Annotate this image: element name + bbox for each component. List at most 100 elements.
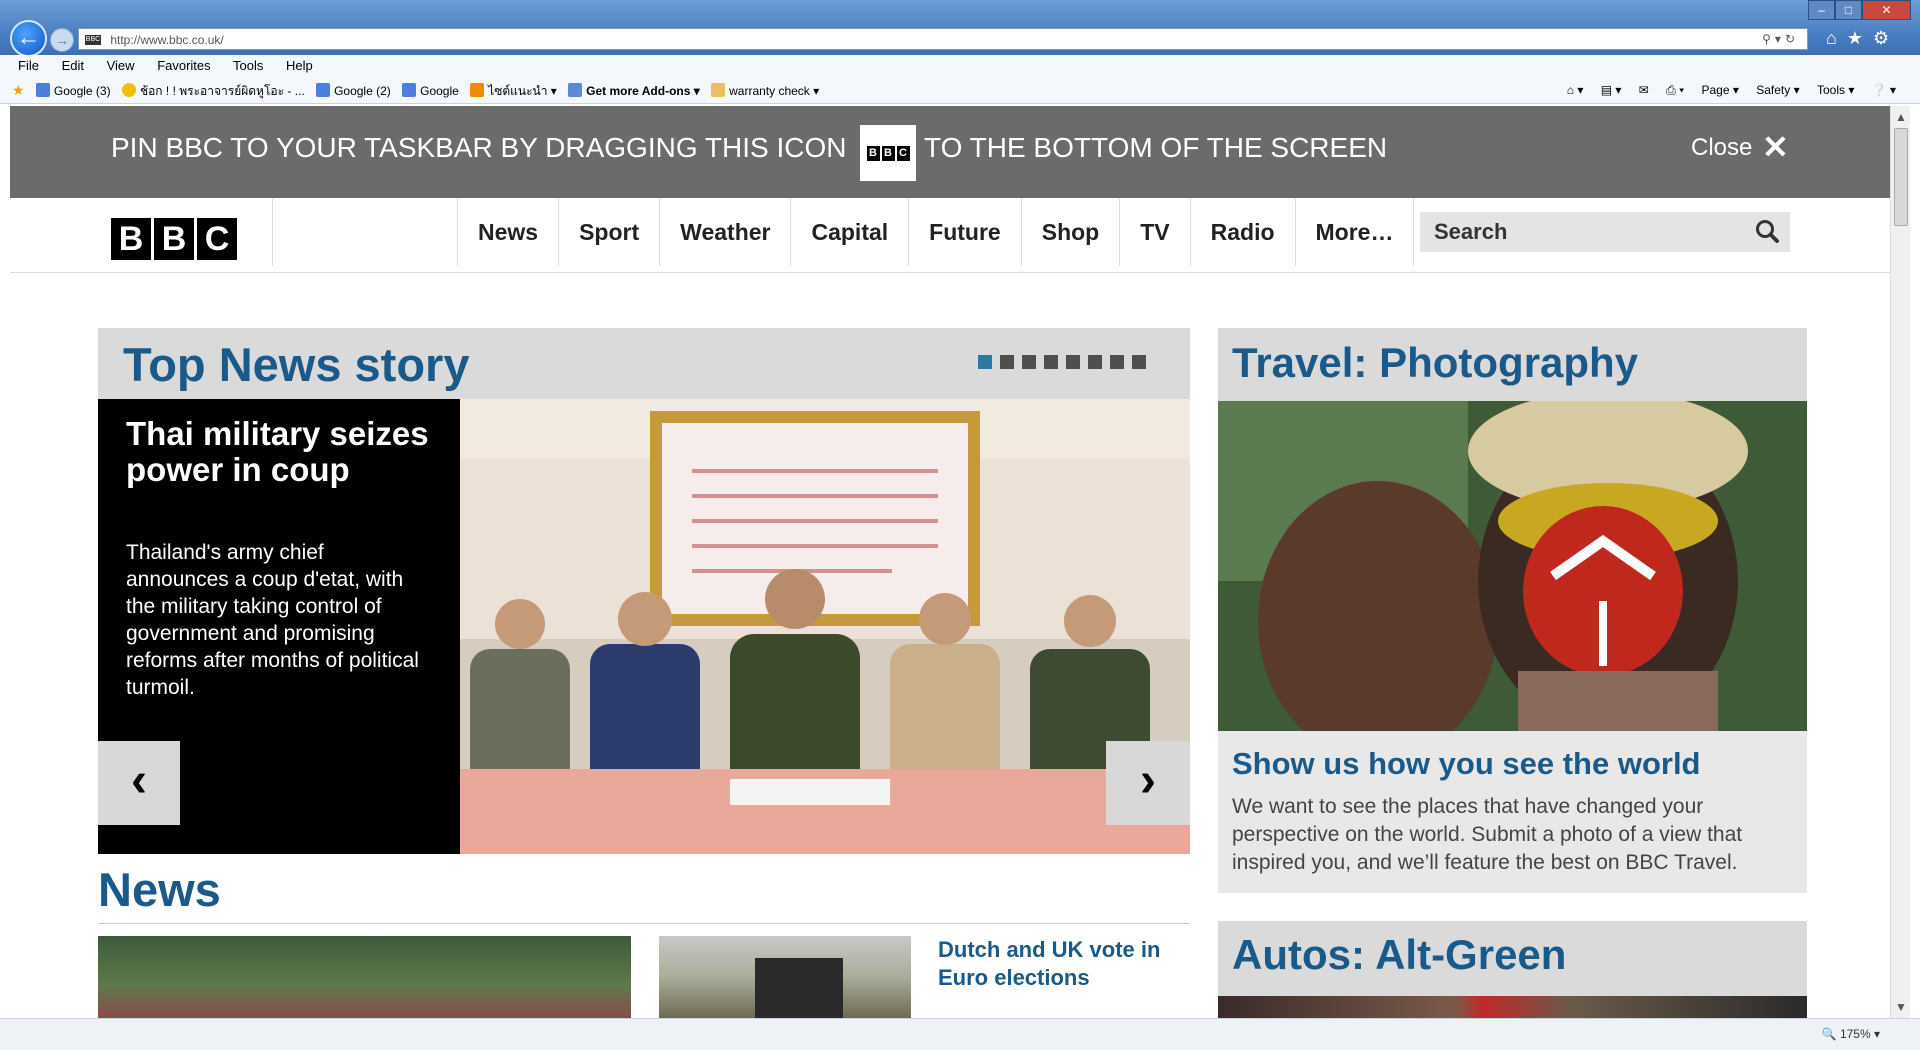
help-icon[interactable]: ❔ ▾ [1872,83,1896,97]
addons-icon [568,83,583,97]
carousel-dot[interactable] [1000,355,1014,369]
menu-file[interactable]: File [18,58,39,73]
carousel-dot[interactable] [1066,355,1080,369]
mail-icon[interactable]: ✉ [1639,83,1649,97]
home-icon[interactable]: ⌂ ▾ [1567,83,1584,97]
carousel-dot[interactable] [1110,355,1124,369]
news-story-link[interactable]: Dutch and UK vote in Euro elections [938,936,1188,992]
carousel-dot[interactable] [1132,355,1146,369]
carousel-next-button[interactable]: › [1106,741,1190,825]
nav-capital[interactable]: Capital [791,198,910,266]
pin-banner-close-button[interactable]: Close [1691,134,1752,162]
address-url: http://www.bbc.co.uk/ [110,32,224,47]
address-tools-icons[interactable]: ⚲▾↻ [1762,29,1799,49]
menu-edit[interactable]: Edit [62,58,84,73]
travel-body: We want to see the places that have chan… [1232,795,1743,874]
pin-logo-letter: C [896,145,910,161]
search-input[interactable]: Search [1420,212,1790,252]
logo-letter: B [154,218,194,260]
story-headline[interactable]: Thai military seizes power in coup [126,416,446,488]
nav-shop[interactable]: Shop [1022,198,1121,266]
menu-bar: File Edit View Favorites Tools Help [0,55,1920,77]
top-news-title: Top News story [123,338,470,391]
fav-item[interactable]: Google (3) [35,78,111,105]
carousel-dot[interactable] [1044,355,1058,369]
fav-label: Google (3) [53,84,111,98]
page-menu[interactable]: Page ▾ [1702,83,1739,97]
favorites-star-icon[interactable]: ★ [12,77,25,104]
back-button[interactable]: ← [10,20,47,57]
safety-menu[interactable]: Safety ▾ [1756,83,1799,97]
zoom-level[interactable]: 🔍 175% ▾ [1822,1027,1880,1041]
search-icon[interactable] [1754,218,1780,244]
nav-tv[interactable]: TV [1120,198,1191,266]
forward-button[interactable]: → [50,28,74,52]
zoom-icon: 🔍 [1821,1027,1837,1041]
pin-bbc-icon[interactable]: BBC [860,125,916,181]
maximize-button[interactable]: □ [1835,0,1862,20]
scroll-up-icon[interactable]: ▲ [1895,110,1907,124]
autos-image[interactable] [1218,996,1807,1018]
story-summary: Thailand's army chief announces a coup d… [126,541,419,699]
browser-toolbar-icons[interactable]: ⌂★⚙ [1826,28,1899,49]
minimize-button[interactable]: – [1808,0,1835,20]
fav-label: warranty check ▾ [729,84,820,98]
nav-radio[interactable]: Radio [1191,198,1296,266]
nav-more[interactable]: More… [1296,198,1415,266]
news-thumbnail[interactable] [98,936,631,1018]
travel-title[interactable]: Travel: Photography [1232,339,1638,387]
autos-title[interactable]: Autos: Alt-Green [1232,931,1566,979]
page-scrollbar[interactable]: ▲ ▼ [1890,106,1910,1018]
home-icon[interactable]: ⌂ [1826,28,1847,48]
command-bar: ⌂ ▾ ▤ ▾ ✉ ⎙ ▾ Page ▾ Safety ▾ Tools ▾ ❔ … [1553,77,1896,104]
pin-banner-text: PIN BBC TO YOUR TASKBAR BY DRAGGING THIS… [111,132,847,163]
nav-future[interactable]: Future [909,198,1022,266]
fav-item[interactable]: Get more Add-ons ▾ [568,78,700,105]
carousel-dot[interactable] [978,355,992,369]
nav-sport[interactable]: Sport [559,198,661,266]
carousel-dot[interactable] [1088,355,1102,369]
nav-news[interactable]: News [458,198,560,266]
menu-favorites[interactable]: Favorites [157,58,210,73]
fav-item[interactable]: Google [402,78,459,105]
fav-label: ไซต์แนะนำ ▾ [488,84,557,98]
travel-header: Travel: Photography [1218,328,1807,401]
fav-item[interactable]: ไซต์แนะนำ ▾ [470,78,557,105]
feeds-icon[interactable]: ▤ ▾ [1601,83,1622,97]
suggested-sites-icon [470,83,485,97]
menu-help[interactable]: Help [286,58,313,73]
travel-headline[interactable]: Show us how you see the world [1232,746,1701,782]
travel-image[interactable] [1218,401,1807,731]
folder-icon [711,83,726,97]
favorites-bar: ★ Google (3) ช้อก ! ! พระอาจารย์ผิดหูโอะ… [0,77,1920,104]
scroll-down-icon[interactable]: ▼ [1895,1000,1907,1014]
story-image[interactable] [460,399,1190,854]
pin-banner-text-end: TO THE BOTTOM OF THE SCREEN [924,132,1388,163]
carousel-dot[interactable] [1022,355,1036,369]
favorites-star-icon[interactable]: ★ [1847,28,1873,48]
fav-label: Google [420,84,459,98]
page-viewport: PIN BBC TO YOUR TASKBAR BY DRAGGING THIS… [10,106,1890,1018]
divider [272,198,273,266]
logo-letter: C [197,218,237,260]
zoom-value: 175% [1839,1027,1871,1041]
tools-menu[interactable]: Tools ▾ [1817,83,1854,97]
scroll-thumb[interactable] [1894,128,1908,226]
close-icon[interactable]: ✕ [1762,128,1789,166]
fav-item[interactable]: ช้อก ! ! พระอาจารย์ผิดหูโอะ - ... [121,78,305,105]
menu-tools[interactable]: Tools [233,58,263,73]
carousel-prev-button[interactable]: ‹ [98,741,180,825]
autos-module: Autos: Alt-Green [1218,921,1807,1018]
nav-weather[interactable]: Weather [660,198,792,266]
carousel-dots [978,355,1154,369]
logo-letter: B [111,218,151,260]
address-bar[interactable]: BBC http://www.bbc.co.uk/ ⚲▾↻ [78,28,1808,50]
settings-gear-icon[interactable]: ⚙ [1873,28,1899,48]
news-section-heading[interactable]: News [98,862,221,917]
fav-item[interactable]: warranty check ▾ [711,78,819,105]
print-icon[interactable]: ⎙ ▾ [1666,83,1684,97]
close-window-button[interactable]: ✕ [1862,0,1911,20]
menu-view[interactable]: View [107,58,135,73]
bbc-logo[interactable]: B B C [111,218,240,260]
fav-item[interactable]: Google (2) [316,78,391,105]
